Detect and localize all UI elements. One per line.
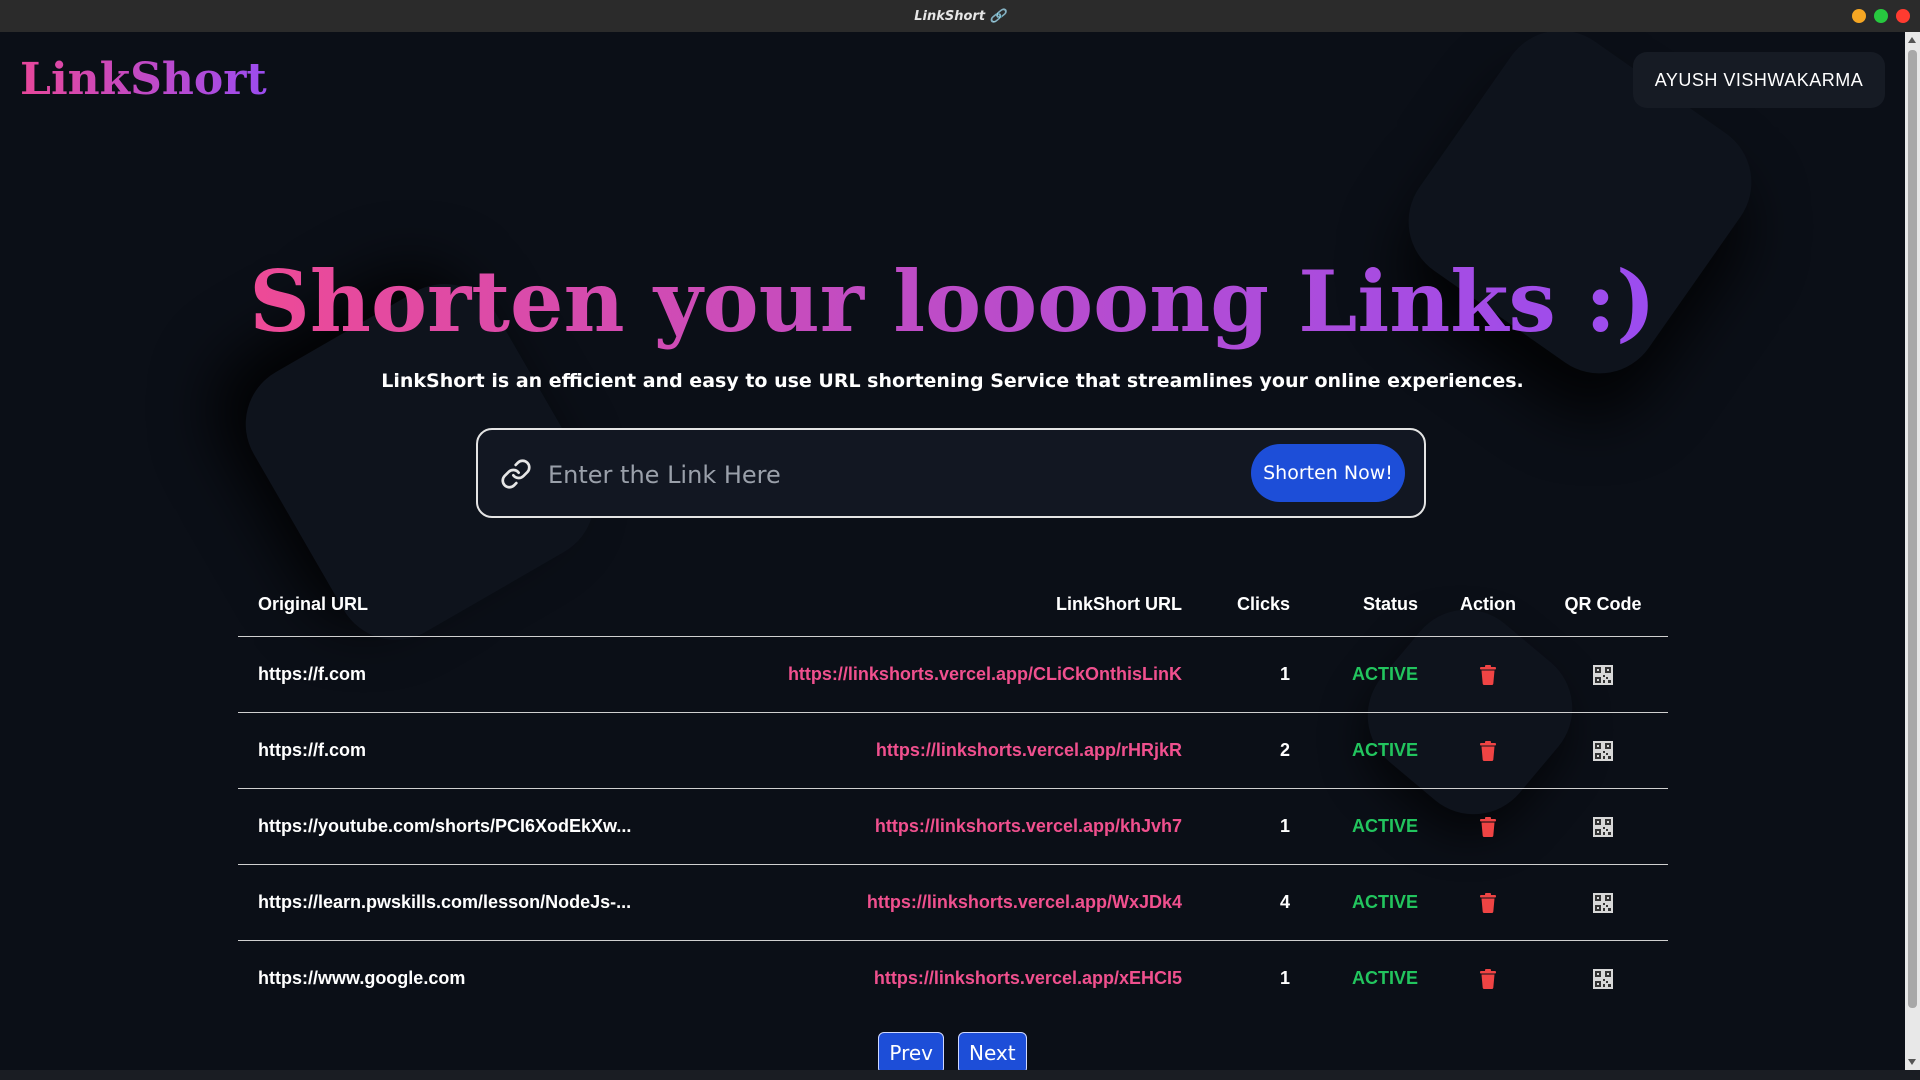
window-title: LinkShort 🔗 [914, 8, 1006, 24]
original-url: https://youtube.com/shorts/PCI6XodEkXw..… [238, 788, 738, 865]
minimize-button[interactable] [1852, 9, 1866, 23]
table-row: https://f.com https://linkshorts.vercel.… [238, 636, 1668, 713]
status-badge: ACTIVE [1310, 712, 1438, 789]
vertical-scrollbar[interactable] [1905, 32, 1920, 1070]
page: LinkShort AYUSH VISHWAKARMA Shorten your… [0, 32, 1905, 1070]
action-cell [1438, 864, 1538, 941]
table-header-row: Original URL LinkShort URL Clicks Status… [238, 572, 1668, 637]
qr-cell [1538, 788, 1668, 865]
links-table: Original URL LinkShort URL Clicks Status… [238, 572, 1668, 1016]
pagination: Prev Next [0, 1032, 1905, 1070]
trash-icon[interactable] [1479, 969, 1497, 990]
bottom-edge [0, 1070, 1920, 1080]
scroll-down-icon[interactable] [1908, 1059, 1916, 1065]
qr-cell [1538, 636, 1668, 713]
hero-title: Shorten your loooong Links :) [0, 252, 1905, 352]
original-url: https://f.com [238, 712, 738, 789]
click-count: 1 [1202, 636, 1310, 713]
action-cell [1438, 941, 1538, 1017]
action-cell [1438, 712, 1538, 789]
action-cell [1438, 788, 1538, 865]
table-row: https://learn.pwskills.com/lesson/NodeJs… [238, 864, 1668, 941]
trash-icon[interactable] [1479, 817, 1497, 838]
trash-icon[interactable] [1479, 893, 1497, 914]
table-row: https://www.google.com https://linkshort… [238, 941, 1668, 1017]
click-count: 1 [1202, 788, 1310, 865]
header-status: Status [1310, 572, 1438, 637]
logo[interactable]: LinkShort [20, 54, 267, 105]
scrollbar-thumb[interactable] [1908, 50, 1917, 1008]
maximize-button[interactable] [1874, 9, 1888, 23]
qr-code-icon[interactable] [1593, 665, 1613, 686]
short-url-link[interactable]: https://linkshorts.vercel.app/WxJDk4 [738, 864, 1202, 941]
qr-cell [1538, 864, 1668, 941]
header-clicks: Clicks [1202, 572, 1310, 637]
status-badge: ACTIVE [1310, 788, 1438, 865]
short-url-link[interactable]: https://linkshorts.vercel.app/khJvh7 [738, 788, 1202, 865]
header-linkshort-url: LinkShort URL [738, 572, 1202, 637]
prev-page-button[interactable]: Prev [878, 1032, 945, 1070]
qr-code-icon[interactable] [1593, 893, 1613, 914]
qr-code-icon[interactable] [1593, 741, 1613, 762]
click-count: 1 [1279, 968, 1290, 988]
scroll-up-icon[interactable] [1908, 37, 1916, 43]
status-badge: ACTIVE [1310, 636, 1438, 713]
trash-icon[interactable] [1479, 665, 1497, 686]
click-count: 4 [1202, 864, 1310, 941]
url-input-form: Shorten Now! [476, 428, 1426, 518]
short-url-link[interactable]: https://linkshorts.vercel.app/xEHCI5 [738, 941, 1202, 1017]
close-button[interactable] [1896, 9, 1910, 23]
user-profile-button[interactable]: AYUSH VISHWAKARMA [1633, 52, 1885, 108]
hero-title-text: Shorten your loooong Links :) [249, 252, 1656, 351]
link-icon [501, 459, 531, 489]
url-input[interactable] [546, 452, 1210, 498]
original-url: https://f.com [238, 636, 738, 713]
trash-icon[interactable] [1479, 741, 1497, 762]
header-original-url: Original URL [238, 572, 738, 637]
short-url-link[interactable]: https://linkshorts.vercel.app/CLiCkOnthi… [738, 636, 1202, 713]
original-url: https://www.google.com [258, 968, 466, 988]
original-url: https://learn.pwskills.com/lesson/NodeJs… [238, 864, 738, 941]
window-titlebar: LinkShort 🔗 [0, 0, 1920, 33]
next-page-button[interactable]: Next [958, 1032, 1027, 1070]
qr-cell [1538, 712, 1668, 789]
qr-code-icon[interactable] [1593, 969, 1613, 990]
table-row: https://youtube.com/shorts/PCI6XodEkXw..… [238, 788, 1668, 865]
short-url-link[interactable]: https://linkshorts.vercel.app/rHRjkR [738, 712, 1202, 789]
action-cell [1438, 636, 1538, 713]
click-count: 2 [1202, 712, 1310, 789]
qr-cell [1538, 941, 1668, 1017]
qr-code-icon[interactable] [1593, 817, 1613, 838]
header-qr-code: QR Code [1538, 572, 1668, 637]
hero-subtitle: LinkShort is an efficient and easy to us… [381, 370, 1524, 392]
status-badge: ACTIVE [1310, 864, 1438, 941]
status-badge: ACTIVE [1351, 968, 1418, 988]
shorten-button[interactable]: Shorten Now! [1251, 444, 1405, 502]
table-row: https://f.com https://linkshorts.vercel.… [238, 712, 1668, 789]
header-action: Action [1438, 572, 1538, 637]
window-controls [1852, 9, 1910, 23]
